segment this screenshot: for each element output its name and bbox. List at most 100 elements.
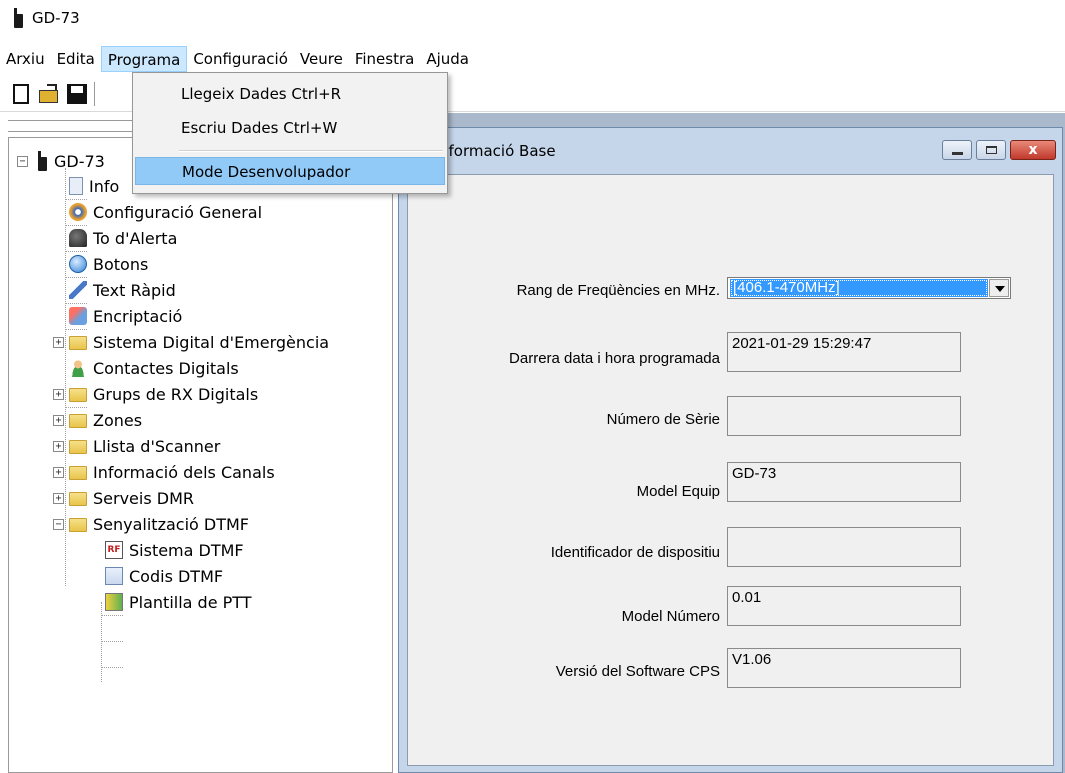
device-id-label: Identificador de dispositiu	[550, 544, 720, 561]
menu-finestra[interactable]: Finestra	[349, 46, 421, 72]
tree-item-label: Llista d'Scanner	[93, 436, 221, 456]
radio-app-icon	[12, 8, 24, 28]
cps-version-label: Versió del Software CPS	[555, 663, 720, 680]
tree-item-label: Botons	[93, 254, 149, 274]
folder-icon	[69, 466, 87, 480]
tree-item-grups-rx-digitals[interactable]: + Grups de RX Digitals	[53, 381, 258, 407]
tree-item-informacio-base[interactable]: Info	[69, 173, 119, 199]
menu-veure[interactable]: Veure	[294, 46, 349, 72]
contact-icon	[69, 359, 87, 377]
expand-icon[interactable]: +	[53, 466, 64, 478]
save-icon[interactable]	[66, 83, 88, 105]
expand-icon[interactable]: +	[53, 414, 64, 426]
device-model-field: GD-73	[727, 462, 961, 502]
form-area: Rang de Freqüències en MHz. [406.1-470MH…	[407, 174, 1054, 766]
expand-icon[interactable]: +	[53, 336, 64, 348]
tree-root-label: GD-73	[54, 151, 105, 171]
chevron-down-icon[interactable]	[989, 279, 1009, 297]
tree-connector	[101, 615, 123, 616]
ptt-icon	[105, 593, 123, 611]
gear-icon	[69, 203, 87, 221]
tree-item-label: Sistema DTMF	[129, 540, 244, 560]
bell-icon	[69, 229, 87, 247]
last-programmed-label: Darrera data i hora programada	[509, 350, 720, 367]
model-number-field: 0.01	[727, 586, 961, 626]
freq-range-value: [406.1-470MHz]	[730, 279, 988, 297]
freq-range-label: Rang de Freqüències en MHz.	[516, 282, 720, 299]
tree-item-botons[interactable]: Botons	[69, 251, 148, 277]
tree-root[interactable]: − GD-73	[17, 148, 105, 174]
tree-item-encriptacio[interactable]: Encriptació	[69, 303, 182, 329]
tree-item-label: Configuració General	[93, 202, 263, 222]
window-title: GD-73	[32, 9, 80, 27]
tree-item-sistema-dtmf[interactable]: RF Sistema DTMF	[105, 537, 244, 563]
folder-icon	[69, 492, 87, 506]
tree-item-sistema-digital-emergencia[interactable]: + Sistema Digital d'Emergència	[53, 329, 329, 355]
tree-item-codis-dtmf[interactable]: Codis DTMF	[105, 563, 223, 589]
last-programmed-field: 2021-01-29 15:29:47	[727, 332, 961, 372]
tree-item-to-alerta[interactable]: To d'Alerta	[69, 225, 177, 251]
document-icon	[69, 177, 83, 195]
menu-item-write-data[interactable]: Escriu Dades Ctrl+W	[135, 114, 445, 142]
menu-ajuda[interactable]: Ajuda	[420, 46, 475, 72]
codes-icon	[105, 567, 123, 585]
new-file-icon[interactable]	[10, 83, 32, 105]
window-controls: x	[942, 140, 1056, 160]
maximize-icon	[986, 146, 997, 154]
pen-icon	[69, 281, 87, 299]
cps-version-field: V1.06	[727, 648, 961, 688]
tree-item-plantilla-ptt[interactable]: Plantilla de PTT	[105, 589, 252, 615]
menu-item-read-data[interactable]: Llegeix Dades Ctrl+R	[135, 80, 445, 108]
tree-item-label: Text Ràpid	[93, 280, 176, 300]
folder-icon	[69, 414, 87, 428]
tree-item-zones[interactable]: + Zones	[53, 407, 142, 433]
collapse-icon[interactable]: −	[17, 155, 28, 167]
tree-item-informacio-canals[interactable]: + Informació dels Canals	[53, 459, 275, 485]
basic-info-window: nformació Base x Rang de Freqüències en …	[398, 127, 1063, 773]
expand-icon[interactable]: +	[53, 492, 64, 504]
open-folder-icon[interactable]	[38, 83, 60, 105]
tree-item-label: Senyalització DTMF	[93, 514, 249, 534]
menu-bar: Arxiu Edita Programa Configuració Veure …	[0, 46, 1065, 72]
tree-panel: − GD-73 Info Configuració General To d'A…	[8, 137, 393, 773]
menu-programa[interactable]: Programa	[100, 46, 188, 72]
close-button[interactable]: x	[1010, 140, 1056, 160]
folder-icon	[69, 336, 87, 350]
maximize-button[interactable]	[976, 140, 1006, 160]
folder-icon	[69, 388, 87, 402]
tree-item-contactes-digitals[interactable]: Contactes Digitals	[69, 355, 239, 381]
tree-item-label: Plantilla de PTT	[129, 592, 252, 612]
menu-arxiu[interactable]: Arxiu	[0, 46, 51, 72]
mdi-workspace: nformació Base x Rang de Freqüències en …	[398, 113, 1065, 773]
expand-icon[interactable]: +	[53, 388, 64, 400]
tree-item-text-rapid[interactable]: Text Ràpid	[69, 277, 176, 303]
minimize-button[interactable]	[942, 140, 972, 160]
tree-item-serveis-dmr[interactable]: + Serveis DMR	[53, 485, 194, 511]
tree-item-senyalitzacio-dtmf[interactable]: − Senyalització DTMF	[53, 511, 249, 537]
serial-number-field	[727, 396, 961, 436]
lock-icon	[69, 307, 87, 325]
expand-icon[interactable]: +	[53, 440, 64, 452]
tree-item-label: Contactes Digitals	[93, 358, 239, 378]
tree-item-configuracio-general[interactable]: Configuració General	[69, 199, 262, 225]
minimize-icon	[952, 152, 963, 155]
tree-item-llista-scanner[interactable]: + Llista d'Scanner	[53, 433, 220, 459]
menu-configuracio[interactable]: Configuració	[187, 46, 294, 72]
close-icon: x	[1028, 142, 1038, 158]
model-number-label: Model Número	[621, 608, 720, 625]
folder-icon	[69, 518, 87, 532]
menu-item-developer-mode[interactable]: Mode Desenvolupador	[135, 157, 445, 185]
menu-edita[interactable]: Edita	[51, 46, 101, 72]
child-window-title-text: nformació Base	[439, 142, 556, 160]
child-window-title: nformació Base x	[399, 128, 1062, 174]
freq-range-select[interactable]: [406.1-470MHz]	[727, 277, 1011, 299]
tree-item-label: Informació dels Canals	[93, 462, 275, 482]
serial-number-label: Número de Sèrie	[606, 411, 720, 428]
title-bar: GD-73	[0, 0, 1065, 36]
programa-dropdown-menu: Llegeix Dades Ctrl+R Escriu Dades Ctrl+W…	[132, 72, 448, 194]
tree-item-label: Info	[89, 176, 120, 196]
tree-connector	[101, 602, 102, 682]
collapse-icon[interactable]: −	[53, 518, 64, 530]
tree-item-label: Grups de RX Digitals	[93, 384, 259, 404]
tree-item-label: Zones	[93, 410, 143, 430]
